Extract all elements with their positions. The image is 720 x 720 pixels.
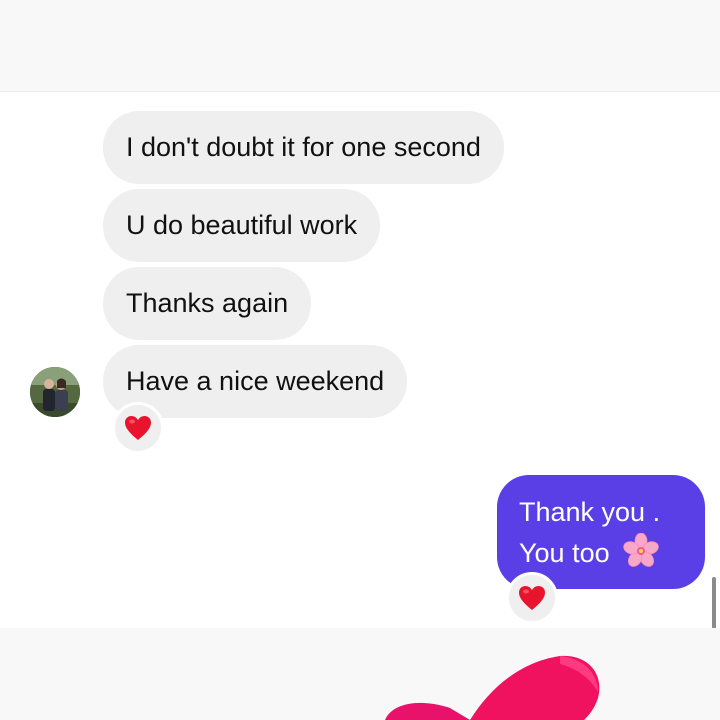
message-text: Thank you .	[519, 497, 661, 527]
message-text-line: You too	[519, 532, 683, 574]
message-text: Thanks again	[126, 288, 289, 318]
incoming-message-bubble[interactable]: I don't doubt it for one second	[103, 111, 504, 184]
chat-header-bar	[0, 0, 720, 92]
scrollbar[interactable]	[712, 577, 716, 629]
large-heart-sticker-icon[interactable]	[0, 628, 720, 720]
message-text: Have a nice weekend	[126, 366, 385, 396]
message-reaction[interactable]	[112, 402, 164, 454]
composer-area[interactable]	[0, 628, 720, 720]
message-reaction[interactable]	[506, 572, 558, 624]
red-heart-icon	[519, 586, 545, 610]
message-text: I don't doubt it for one second	[126, 132, 481, 162]
cherry-blossom-icon	[623, 532, 659, 567]
red-heart-icon	[125, 416, 151, 440]
avatar-photo-icon	[30, 367, 80, 417]
message-thread[interactable]: I don't doubt it for one second U do bea…	[0, 92, 720, 628]
message-text: You too	[519, 538, 610, 568]
message-text: U do beautiful work	[126, 210, 358, 240]
sender-avatar[interactable]	[30, 367, 80, 417]
incoming-message-bubble[interactable]: U do beautiful work	[103, 189, 381, 262]
incoming-message-bubble[interactable]: Thanks again	[103, 267, 312, 340]
